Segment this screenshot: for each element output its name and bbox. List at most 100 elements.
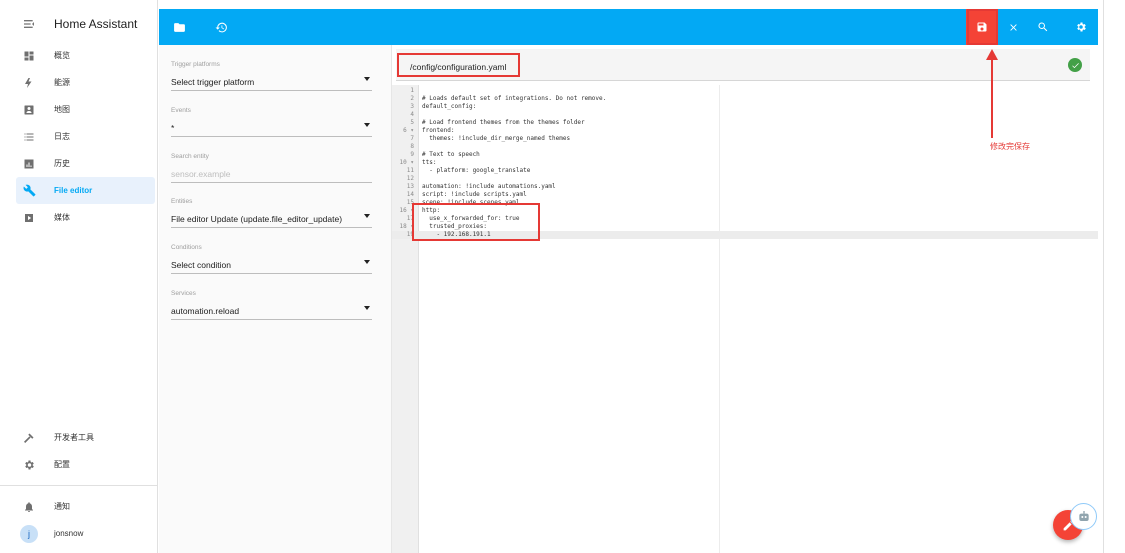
field-label: Search entity	[171, 153, 209, 160]
settings-button[interactable]	[1065, 9, 1097, 45]
sidebar-item-label: 媒体	[54, 213, 70, 222]
bell-icon	[22, 500, 36, 514]
code-line[interactable]: 11 - platform: google_translate	[392, 167, 1098, 175]
dashboard-icon	[22, 49, 36, 63]
field-value: automation.reload	[171, 306, 240, 316]
sidebar-bottom: 开发者工具 配置 通知 j jonsnow	[0, 424, 158, 547]
annotation-box-save	[967, 9, 998, 45]
field-label: Events	[171, 107, 191, 114]
menu-collapse-icon[interactable]	[22, 16, 38, 32]
trigger-platform-select[interactable]: Trigger platforms Select trigger platfor…	[171, 53, 372, 91]
line-number: 13	[406, 183, 414, 190]
sidebar-nav: 概览 能源 地图 日志 历史 File editor 媒体	[0, 42, 158, 231]
code-line[interactable]: 14 script: !include scripts.yaml	[392, 191, 1098, 199]
line-number: 8	[410, 143, 414, 150]
code-text: default_config:	[422, 103, 477, 110]
check-circle-icon	[1068, 58, 1082, 72]
line-number: 12	[406, 175, 414, 182]
assistant-bot-button[interactable]	[1070, 503, 1097, 530]
page-scrollbar[interactable]	[1103, 0, 1104, 553]
code-text: - platform: google_translate	[422, 167, 531, 174]
sidebar-item-history[interactable]: 历史	[16, 150, 155, 177]
line-number: 6 ▾	[403, 127, 414, 134]
code-line[interactable]: 9 # Text to speech	[392, 151, 1098, 159]
line-number: 17	[406, 215, 414, 222]
gear-icon	[1077, 22, 1086, 32]
code-line[interactable]: 13 automation: !include automations.yaml	[392, 183, 1098, 191]
sidebar-item-label: 地图	[54, 105, 70, 114]
line-number: 1	[410, 87, 414, 94]
media-icon	[22, 211, 36, 225]
sidebar-item-label: 开发者工具	[54, 433, 94, 442]
dropdown-arrow-icon	[364, 77, 370, 81]
history-button[interactable]	[205, 9, 237, 45]
sidebar-item-developer-tools[interactable]: 开发者工具	[16, 424, 155, 451]
events-select[interactable]: Events *	[171, 99, 372, 137]
sidebar-item-config[interactable]: 配置	[16, 451, 155, 478]
sidebar-item-label: File editor	[54, 186, 93, 195]
line-number: 9	[410, 151, 414, 158]
sidebar-item-logbook[interactable]: 日志	[16, 123, 155, 150]
sidebar-item-notifications[interactable]: 通知	[16, 493, 155, 520]
line-number: 5	[410, 119, 414, 126]
line-number: 2	[410, 95, 414, 102]
search-entity-input[interactable]: Search entity sensor.example	[171, 145, 372, 183]
annotation-arrow-icon	[986, 49, 998, 138]
toolbar	[159, 9, 1098, 45]
field-placeholder: sensor.example	[171, 169, 231, 179]
code-text: # Text to speech	[422, 151, 480, 158]
sidebar-item-energy[interactable]: 能源	[16, 69, 155, 96]
field-value: Select trigger platform	[171, 77, 255, 87]
sidebar-item-media[interactable]: 媒体	[16, 204, 155, 231]
search-button[interactable]	[1027, 9, 1059, 45]
sidebar-item-label: 通知	[54, 502, 70, 511]
gear-icon	[22, 458, 36, 472]
hammer-icon	[22, 431, 36, 445]
line-number: 4	[410, 111, 414, 118]
line-number: 14	[406, 191, 414, 198]
folder-button[interactable]	[163, 9, 195, 45]
entities-select[interactable]: Entities File editor Update (update.file…	[171, 190, 372, 228]
annotation-box-path	[397, 53, 520, 77]
code-text: themes: !include_dir_merge_named themes	[422, 135, 571, 142]
code-editor[interactable]: 1 2 # Loads default set of integrations. D…	[392, 85, 1098, 553]
list-icon	[22, 130, 36, 144]
line-number: 10 ▾	[399, 159, 414, 166]
dropdown-arrow-icon	[364, 214, 370, 218]
map-person-icon	[22, 103, 36, 117]
sidebar-item-label: 能源	[54, 78, 70, 87]
code-line[interactable]: 10 ▾ tts:	[392, 159, 1098, 167]
robot-icon	[1078, 510, 1089, 521]
dropdown-arrow-icon	[364, 306, 370, 310]
line-number: 19	[406, 231, 414, 238]
code-line[interactable]: 12	[392, 175, 1098, 183]
code-text: automation: !include automations.yaml	[422, 183, 556, 190]
user-name: jonsnow	[54, 529, 84, 538]
sidebar-item-label: 概览	[54, 51, 70, 60]
field-label: Conditions	[171, 244, 202, 251]
annotation-box-http	[412, 203, 540, 241]
code-text: frontend:	[422, 127, 455, 134]
close-button[interactable]	[997, 9, 1029, 45]
sidebar-item-user[interactable]: j jonsnow	[16, 520, 155, 547]
field-value: Select condition	[171, 260, 232, 270]
sidebar-item-map[interactable]: 地图	[16, 96, 155, 123]
avatar: j	[20, 524, 38, 543]
code-text: script: !include scripts.yaml	[422, 191, 527, 198]
history-icon	[215, 22, 227, 32]
line-number: 11	[406, 167, 414, 174]
sidebar-item-label: 日志	[54, 132, 70, 141]
line-number: 16 ▾	[399, 207, 414, 214]
wrench-icon	[22, 184, 36, 198]
field-label: Services	[171, 290, 196, 297]
sidebar-header: Home Assistant	[0, 0, 157, 48]
lightning-icon	[22, 76, 36, 90]
code-text: # Loads default set of integrations. Do …	[422, 95, 607, 102]
sidebar-item-file-editor[interactable]: File editor	[16, 177, 155, 204]
helper-panel: Trigger platforms Select trigger platfor…	[159, 45, 392, 553]
conditions-select[interactable]: Conditions Select condition	[171, 236, 372, 274]
line-number: 7	[410, 135, 414, 142]
sidebar-item-overview[interactable]: 概览	[16, 42, 155, 69]
services-select[interactable]: Services automation.reload	[171, 282, 372, 320]
line-number: 3	[410, 103, 414, 110]
